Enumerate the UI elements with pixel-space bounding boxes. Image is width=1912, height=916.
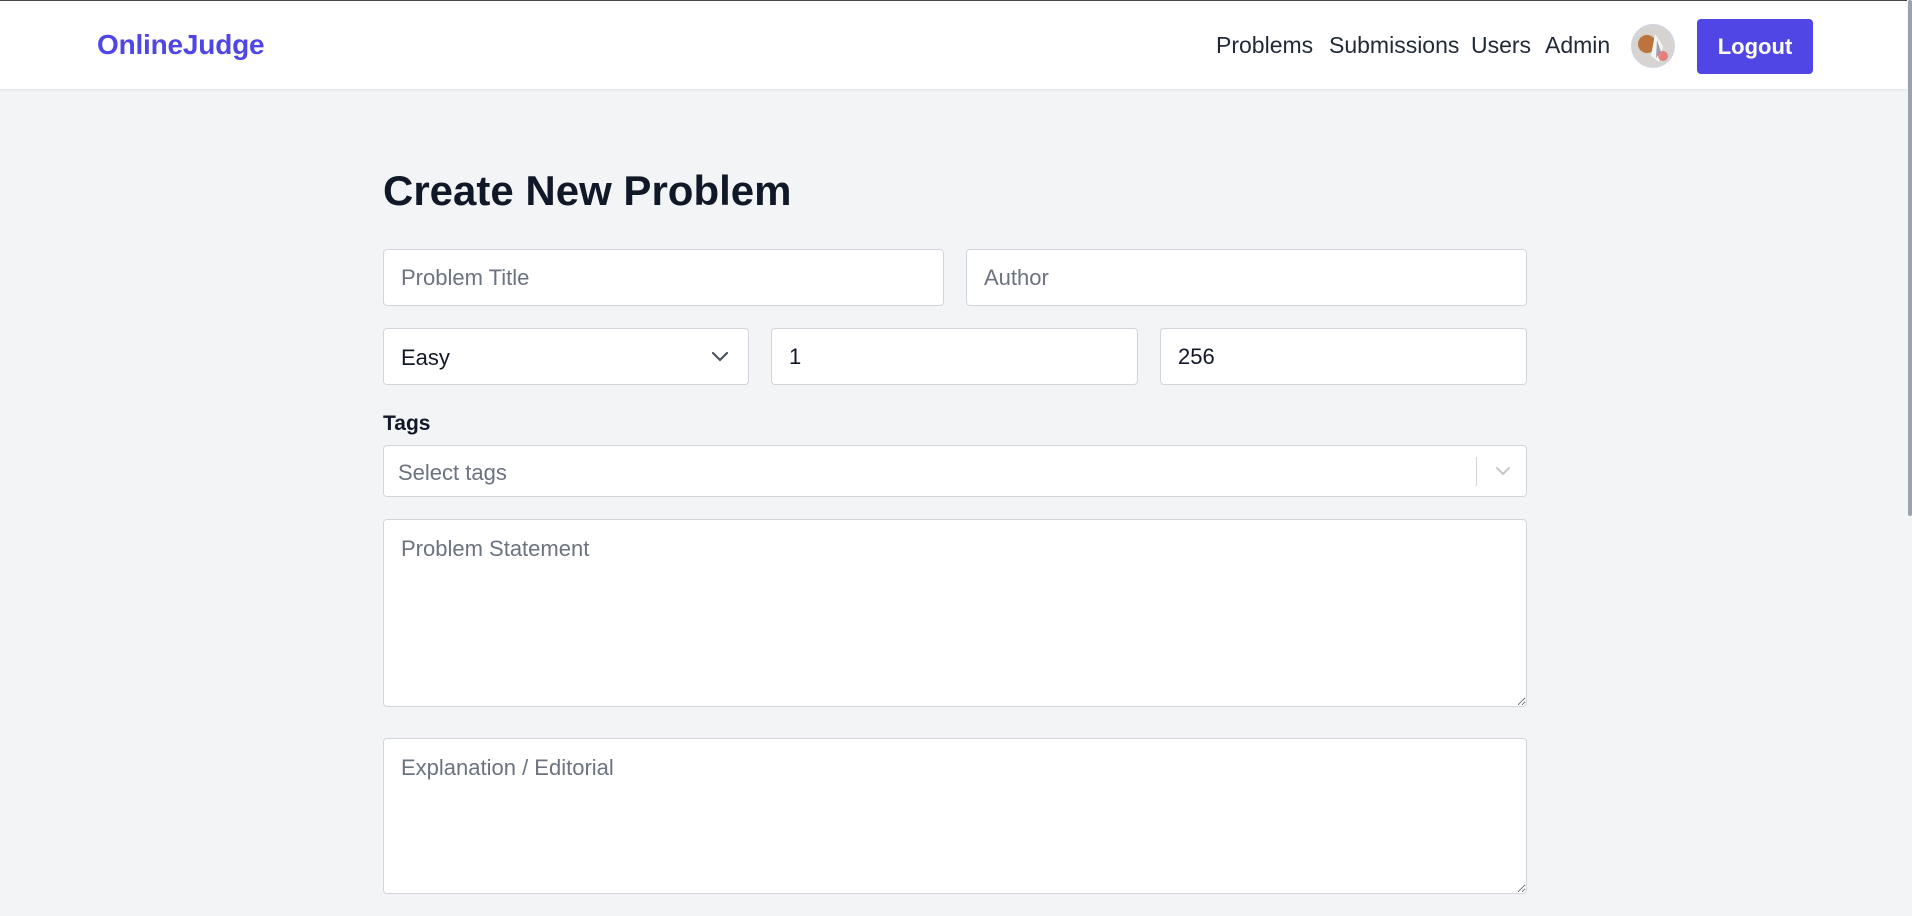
difficulty-selected-value: Easy — [401, 345, 450, 370]
tags-multiselect[interactable]: Select tags — [383, 445, 1527, 497]
top-navbar: OnlineJudge Problems Submissions Users A… — [0, 0, 1912, 89]
difficulty-select[interactable]: Easy — [383, 328, 749, 385]
chevron-down-icon — [711, 351, 729, 362]
problem-statement-textarea[interactable] — [383, 519, 1527, 707]
tags-chevron-down-icon[interactable] — [1494, 465, 1512, 478]
tags-label: Tags — [383, 412, 431, 435]
tags-divider — [1476, 457, 1477, 486]
author-input[interactable] — [966, 249, 1527, 306]
tags-placeholder: Select tags — [398, 460, 507, 485]
logout-button[interactable]: Logout — [1697, 19, 1813, 74]
scrollbar-thumb[interactable] — [1908, 0, 1912, 516]
avatar[interactable] — [1631, 24, 1675, 68]
brand-logo[interactable]: OnlineJudge — [97, 29, 265, 61]
avatar-image-icon — [1633, 26, 1673, 66]
nav-problems[interactable]: Problems — [1216, 32, 1313, 59]
nav-users[interactable]: Users — [1471, 32, 1531, 59]
nav-admin[interactable]: Admin — [1545, 32, 1610, 59]
page-title: Create New Problem — [383, 167, 792, 214]
editorial-textarea[interactable] — [383, 738, 1527, 894]
problem-title-input[interactable] — [383, 249, 944, 306]
memory-limit-input[interactable] — [1160, 328, 1527, 385]
time-limit-input[interactable] — [771, 328, 1138, 385]
nav-submissions[interactable]: Submissions — [1329, 32, 1459, 59]
